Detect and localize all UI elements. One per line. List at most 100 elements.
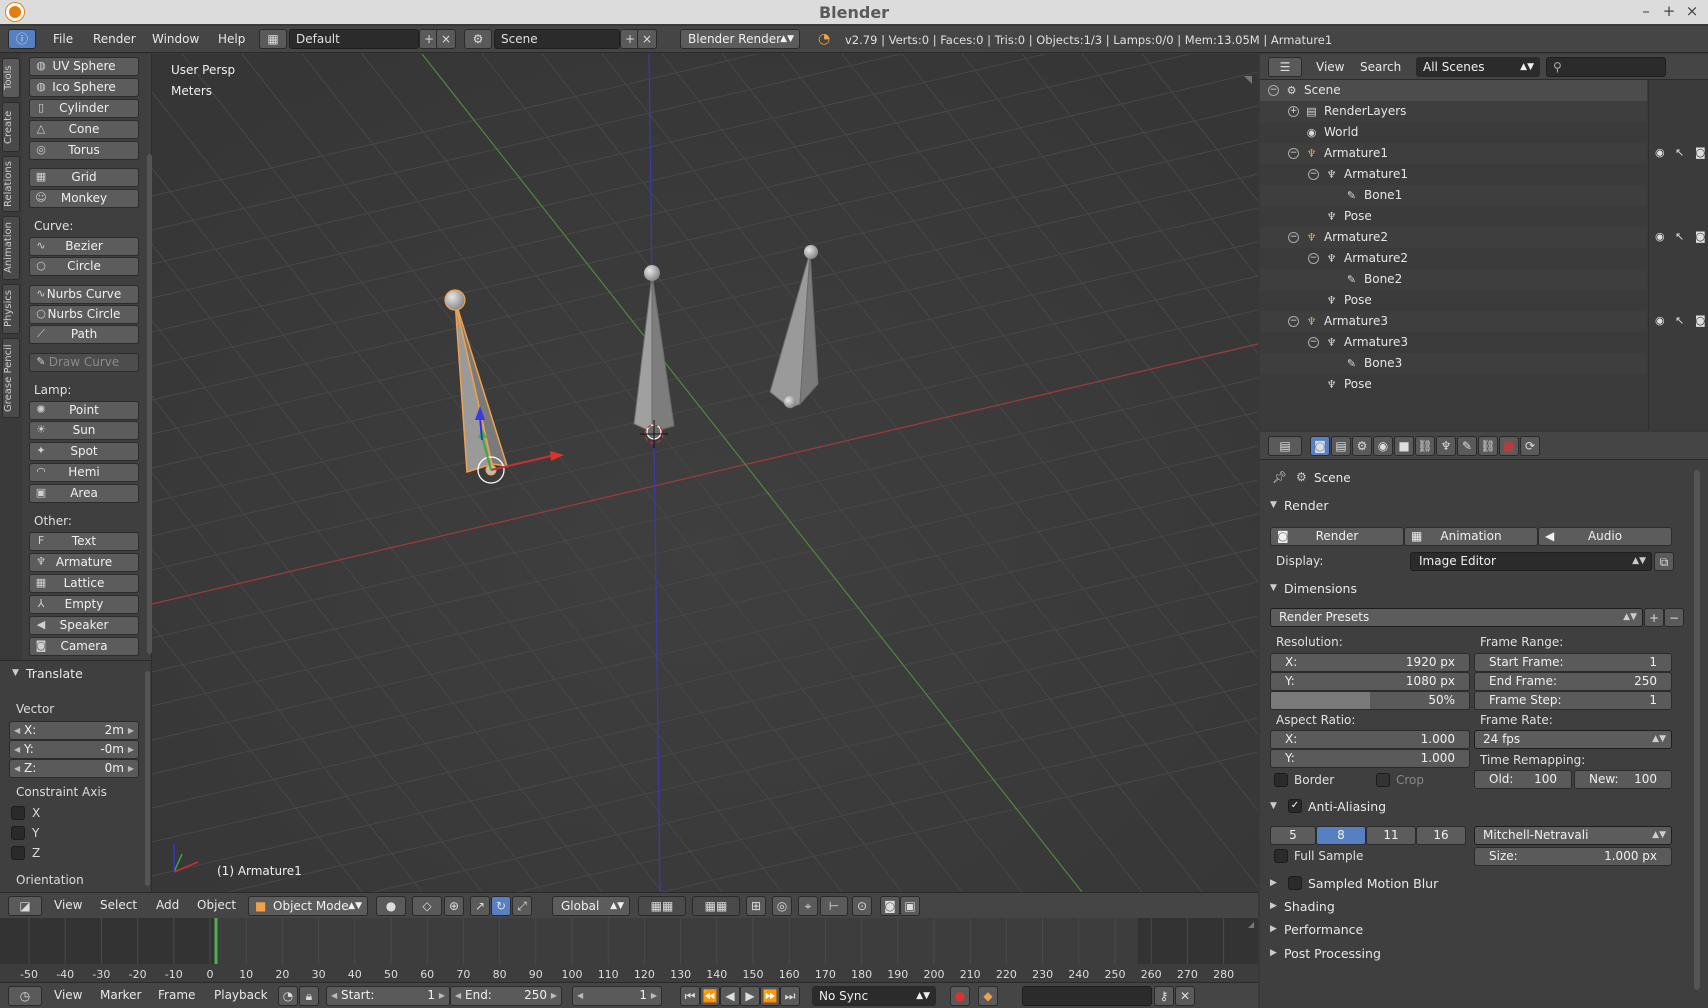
crop-checkbox[interactable] [1376,773,1390,787]
scene-selector-icon[interactable]: ⚙ [464,29,492,49]
shading-panel-title[interactable]: Shading [1284,899,1335,914]
add-path-button[interactable]: ⟋ Path [29,325,139,344]
anti-aliasing-checkbox[interactable]: ✓ [1288,799,1302,813]
snap-target-icon[interactable]: ⊙ [852,896,872,916]
add-empty-button[interactable]: ⅄ Empty [29,595,139,614]
outliner-menu-view[interactable]: View [1316,60,1344,74]
scene-field[interactable]: Scene [494,29,620,49]
menu-object[interactable]: Object [197,898,236,912]
next-keyframe-icon[interactable]: ⏩ [760,986,780,1006]
aa-samples-16[interactable]: 16 [1416,826,1466,845]
play-icon[interactable]: ▶ [740,986,760,1006]
expand-toggle-icon[interactable]: − [1288,232,1299,243]
add-sun-lamp-button[interactable]: ☀ Sun [29,421,139,440]
motion-blur-expand-icon[interactable]: ▶ [1270,878,1277,888]
opengl-render-icon[interactable]: ▣ [900,896,920,916]
outliner-row[interactable]: ✎ Bone2 [1260,269,1647,290]
expand-toggle-icon[interactable]: − [1288,316,1299,327]
post-processing-panel-title[interactable]: Post Processing [1284,946,1381,961]
sync-mode-select[interactable]: No Sync ▲▼ [812,986,936,1006]
proportional-edit-icon[interactable]: ◎ [772,896,792,916]
info-editor-type-icon[interactable]: ⓘ [8,29,36,49]
end-frame-field[interactable]: ◀ End: 250 ▶ [450,986,562,1006]
outliner-display-mode-select[interactable]: All Scenes ▲▼ [1416,57,1540,77]
add-nurbs-curve-button[interactable]: ∿ Nurbs Curve [29,285,139,304]
outliner-menu-search[interactable]: Search [1360,60,1401,74]
constraint-x-checkbox[interactable] [11,806,25,820]
add-cone-button[interactable]: △ Cone [29,120,139,139]
add-spot-lamp-button[interactable]: ✦ Spot [29,442,139,461]
add-point-lamp-button[interactable]: ✺ Point [29,401,139,420]
prev-keyframe-icon[interactable]: ⏪ [700,986,720,1006]
collapse-triangle-icon[interactable]: ▼ [12,668,19,678]
eye-icon[interactable]: ◉ [1655,314,1665,327]
constraints-context-icon[interactable]: ⛓ [1415,436,1435,456]
render-engine-select[interactable]: Blender Render ▲▼ [680,29,800,49]
object-context-icon[interactable]: ■ [1394,436,1414,456]
outliner-row[interactable]: − ⚙ Scene [1260,80,1647,101]
keying-set-field[interactable] [1022,986,1152,1006]
screen-layout-icon[interactable]: ▦ [259,29,287,49]
start-frame-prop-field[interactable]: Start Frame: 1 [1474,653,1672,672]
border-checkbox[interactable] [1274,773,1288,787]
timeline-menu-playback[interactable]: Playback [214,988,268,1002]
add-camera-button[interactable]: ◙ Camera [29,637,139,656]
add-lattice-button[interactable]: ▦ Lattice [29,574,139,593]
add-cylinder-button[interactable]: ▯ Cylinder [29,99,139,118]
outliner-row[interactable]: ◉ World [1260,122,1647,143]
add-circle-button[interactable]: ○ Circle [29,257,139,276]
viewport-canvas[interactable] [152,54,1258,892]
add-area-lamp-button[interactable]: ▣ Area [29,484,139,503]
layers-first-block-icon[interactable]: ▦▦ [638,896,686,916]
operator-scrollbar[interactable] [145,671,150,886]
timeline-menu-view[interactable]: View [54,988,82,1002]
performance-panel-title[interactable]: Performance [1284,922,1363,937]
end-frame-prop-field[interactable]: End Frame: 250 [1474,672,1672,691]
add-torus-button[interactable]: ◎ Torus [29,141,139,160]
record-icon[interactable]: ● [950,986,970,1006]
remap-old-field[interactable]: Old: 100 [1474,770,1572,789]
outliner-row[interactable]: − ♆ Armature1 [1260,143,1647,164]
render-camera-icon[interactable]: ◙ [1695,230,1706,243]
menu-help[interactable]: Help [218,32,245,46]
bone-context-icon[interactable]: ✎ [1457,436,1477,456]
remap-new-field[interactable]: New: 100 [1574,770,1672,789]
play-reverse-icon[interactable]: ◀ [720,986,740,1006]
add-nurbs-circle-button[interactable]: ○ Nurbs Circle [29,305,139,324]
timeline-canvas[interactable]: -50 -40 -30 -20 -10 0 10 20 30 40 50 60 70 80 90 100 110… [0,918,1258,982]
3d-viewport[interactable]: User Persp Meters (1) Armature1 [152,54,1258,892]
outliner[interactable]: − ⚙ Scene + ▤ RenderLayers ◉ World − ♆ Armature1− ♆… [1260,80,1708,430]
rotate-manipulator-icon[interactable]: ↻ [491,896,511,916]
outliner-row[interactable]: − ♆ Armature1 [1260,164,1647,185]
add-bezier-button[interactable]: ∿ Bezier [29,237,139,256]
add-armature-button[interactable]: ♆ Armature [29,553,139,572]
keying-set-icon[interactable]: ◆ [978,986,998,1006]
menu-render[interactable]: Render [93,32,136,46]
frame-step-field[interactable]: Frame Step: 1 [1474,691,1672,710]
sampled-motion-blur-panel-title[interactable]: Sampled Motion Blur [1308,876,1438,891]
vector-x-field[interactable]: ◀ X: 2m ▶ [9,721,139,740]
pivot-point-icon[interactable]: ◇ [412,896,442,916]
aa-samples-11[interactable]: 11 [1366,826,1416,845]
cursor-select-icon[interactable]: ↖ [1675,230,1684,243]
layers-second-block-icon[interactable]: ▦▦ [692,896,740,916]
screen-layout-field[interactable]: Default [289,29,419,49]
add-grid-button[interactable]: ▦ Grid [29,168,139,187]
remove-layout-icon[interactable]: × [436,29,456,49]
animation-button[interactable]: ▦ Animation [1404,527,1538,546]
jump-end-icon[interactable]: ⏭ [780,986,800,1006]
render-panel-collapse-icon[interactable]: ▼ [1270,500,1277,510]
cursor-select-icon[interactable]: ↖ [1675,146,1684,159]
render-button[interactable]: ◙ Render [1270,527,1404,546]
display-window-icon[interactable]: ⧉ [1654,552,1674,571]
outliner-row[interactable]: − ♆ Armature2 [1260,248,1647,269]
full-sample-checkbox[interactable] [1274,849,1288,863]
timeline[interactable]: -50 -40 -30 -20 -10 0 10 20 30 40 50 60 70 80 90 100 110… [0,918,1258,982]
expand-toggle-icon[interactable]: − [1308,253,1319,264]
tab-animation[interactable]: Animation [2,216,20,280]
outliner-editor-type-icon[interactable]: ☰ [1268,57,1302,77]
menu-add[interactable]: Add [156,898,179,912]
outliner-row[interactable]: ♆ Pose [1260,290,1647,311]
outliner-row[interactable]: + ▤ RenderLayers [1260,101,1647,122]
armature-data-context-icon[interactable]: ♆ [1436,436,1456,456]
